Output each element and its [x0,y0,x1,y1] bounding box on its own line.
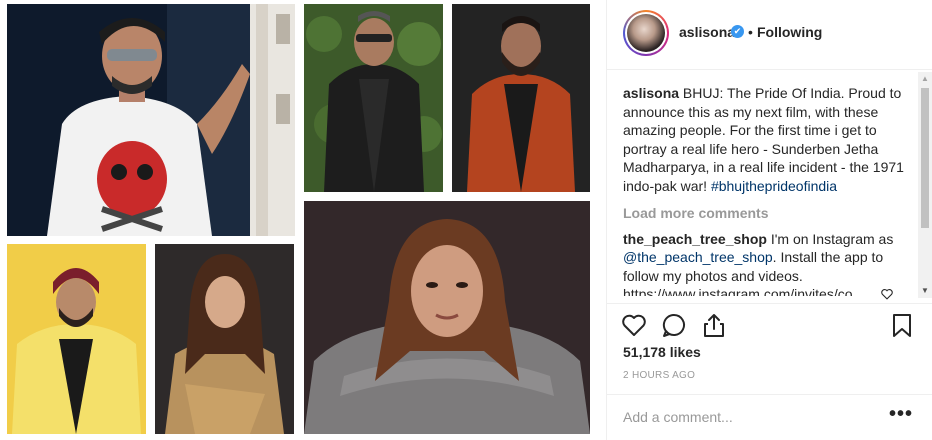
bookmark-icon[interactable] [889,312,915,338]
verified-badge-icon: ✔ [731,25,744,38]
collage-photo-man-leather-jacket [304,4,443,192]
post-detail-panel: aslisona ✔ • Following aslisona BHUJ: Th… [606,0,932,440]
share-icon[interactable] [701,312,727,338]
scroll-thumb[interactable] [921,88,929,228]
collage-photo-woman-grey-knit [304,201,590,434]
post-image-collage[interactable] [0,0,600,440]
comments-list[interactable]: aslisona BHUJ: The Pride Of India. Proud… [623,84,913,296]
small-heart-icon[interactable] [880,288,894,300]
comments-scrollbar[interactable]: ▲ ▼ [918,72,932,298]
post-timestamp[interactable]: 2 HOURS AGO [623,370,695,381]
collage-photo-man-turban [7,244,146,434]
add-comment-section: ••• [607,394,932,440]
following-button[interactable]: Following [757,24,822,40]
more-options-icon[interactable]: ••• [889,403,913,426]
load-more-comments-button[interactable]: Load more comments [623,204,913,223]
comment-username-link[interactable]: the_peach_tree_shop [623,231,767,247]
post-header: aslisona ✔ • Following [607,0,932,70]
heart-icon[interactable] [621,312,647,338]
add-comment-input[interactable] [623,407,873,427]
comment-text: I'm on Instagram as [770,230,894,247]
comment-item: the_peach_tree_shop I'm on Instagram as … [623,230,913,297]
collage-photo-door-strip [250,4,295,236]
separator-dot: • [748,24,753,40]
avatar[interactable] [623,10,669,56]
collage-photo-man-rust-blazer [452,4,590,192]
mention-link[interactable]: @the_peach_tree_shop [623,249,773,265]
scroll-up-arrow-icon[interactable]: ▲ [918,72,932,86]
post-actions-bar [607,303,932,343]
username-link[interactable]: aslisona [679,24,735,40]
likes-count-link[interactable]: 51,178 likes [623,344,701,360]
caption-username-link[interactable]: aslisona [623,85,679,101]
scroll-down-arrow-icon[interactable]: ▼ [918,284,932,298]
collage-photo-woman-gold-sequins [155,244,294,434]
hashtag-link[interactable]: #bhujtheprideofindia [711,178,837,194]
collage-photo-man-skull-tee [7,4,250,236]
caption: aslisona BHUJ: The Pride Of India. Proud… [623,84,913,195]
comment-icon[interactable] [661,312,687,338]
